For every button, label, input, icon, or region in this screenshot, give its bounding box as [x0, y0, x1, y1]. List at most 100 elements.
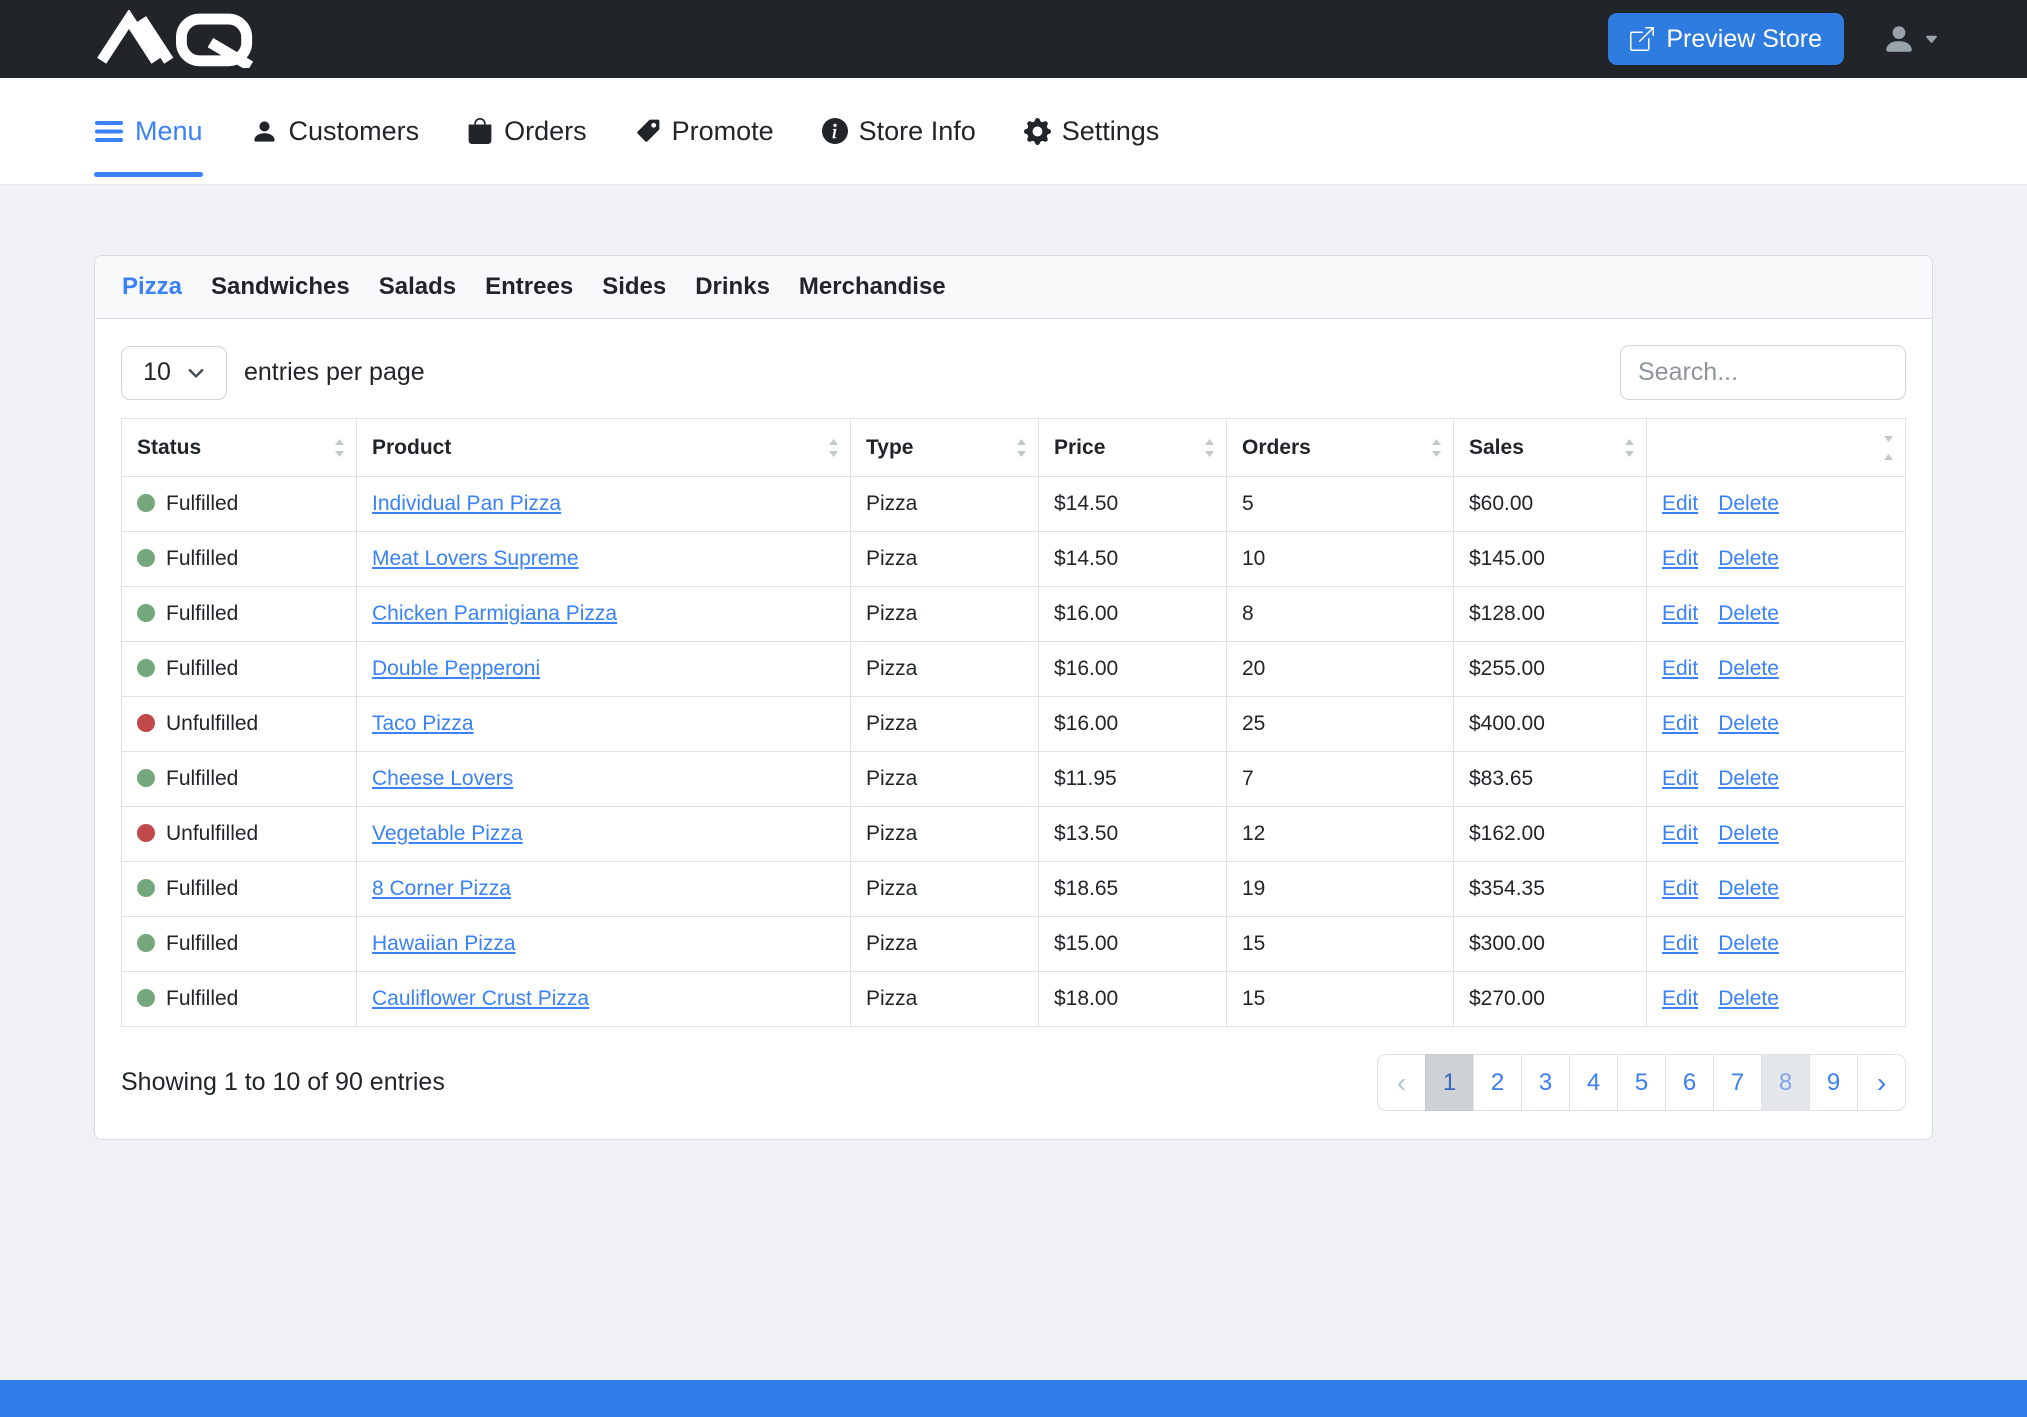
- edit-link[interactable]: Edit: [1662, 822, 1698, 845]
- product-link[interactable]: Individual Pan Pizza: [372, 492, 561, 515]
- delete-link[interactable]: Delete: [1718, 602, 1779, 625]
- tab-drinks[interactable]: Drinks: [695, 273, 770, 301]
- delete-link[interactable]: Delete: [1718, 987, 1779, 1010]
- edit-link[interactable]: Edit: [1662, 712, 1698, 735]
- price-cell: $16.00: [1039, 642, 1227, 697]
- product-link[interactable]: Vegetable Pizza: [372, 822, 523, 845]
- product-link[interactable]: Taco Pizza: [372, 712, 474, 735]
- nav-item-store-info[interactable]: Store Info: [822, 78, 976, 184]
- tab-sides[interactable]: Sides: [602, 273, 666, 301]
- edit-link[interactable]: Edit: [1662, 767, 1698, 790]
- type-cell: Pizza: [851, 697, 1039, 752]
- user-menu[interactable]: [1882, 22, 1939, 56]
- page-button-8[interactable]: 8: [1761, 1054, 1810, 1111]
- status-dot: [137, 714, 155, 732]
- price-cell: $14.50: [1039, 532, 1227, 587]
- nav-item-settings[interactable]: Settings: [1024, 78, 1160, 184]
- edit-link[interactable]: Edit: [1662, 547, 1698, 570]
- nav-item-orders[interactable]: Orders: [467, 78, 587, 184]
- sort-icon[interactable]: [1430, 437, 1443, 459]
- entries-select[interactable]: 10: [121, 346, 227, 400]
- delete-link[interactable]: Delete: [1718, 932, 1779, 955]
- search-input[interactable]: [1620, 345, 1906, 400]
- delete-link[interactable]: Delete: [1718, 877, 1779, 900]
- app-logo[interactable]: [88, 10, 264, 68]
- sort-icon[interactable]: [1203, 437, 1216, 459]
- page-button-1[interactable]: 1: [1425, 1054, 1474, 1111]
- orders-cell: 19: [1227, 862, 1454, 917]
- person-icon: [1882, 22, 1916, 56]
- product-link[interactable]: Meat Lovers Supreme: [372, 547, 579, 570]
- info-icon: [822, 118, 848, 144]
- tab-entrees[interactable]: Entrees: [485, 273, 573, 301]
- status-label: Fulfilled: [166, 987, 238, 1010]
- column-header-product[interactable]: Product: [357, 419, 851, 477]
- edit-link[interactable]: Edit: [1662, 492, 1698, 515]
- column-header-label: Orders: [1242, 436, 1311, 459]
- sort-icon[interactable]: [827, 437, 840, 459]
- page-button-9[interactable]: 9: [1809, 1054, 1858, 1111]
- product-cell: Meat Lovers Supreme: [357, 532, 851, 587]
- edit-link[interactable]: Edit: [1662, 877, 1698, 900]
- tab-merchandise[interactable]: Merchandise: [799, 273, 946, 301]
- page-button-4[interactable]: 4: [1569, 1054, 1618, 1111]
- showing-entries-label: Showing 1 to 10 of 90 entries: [121, 1068, 445, 1097]
- tab-salads[interactable]: Salads: [379, 273, 456, 301]
- nav-item-promote[interactable]: Promote: [635, 78, 774, 184]
- page-button-3[interactable]: 3: [1521, 1054, 1570, 1111]
- column-header-type[interactable]: Type: [851, 419, 1039, 477]
- page-button-next[interactable]: ›: [1857, 1054, 1906, 1111]
- column-header-label: Status: [137, 436, 201, 459]
- sales-cell: $300.00: [1454, 917, 1647, 972]
- product-link[interactable]: 8 Corner Pizza: [372, 877, 511, 900]
- entries-select-value: 10: [143, 358, 171, 387]
- page-button-2[interactable]: 2: [1473, 1054, 1522, 1111]
- delete-link[interactable]: Delete: [1718, 547, 1779, 570]
- delete-link[interactable]: Delete: [1718, 767, 1779, 790]
- column-header-actions[interactable]: [1647, 419, 1906, 477]
- nav-item-label: Promote: [672, 116, 774, 147]
- sort-icon[interactable]: [1623, 437, 1636, 459]
- price-cell: $13.50: [1039, 807, 1227, 862]
- pagination: ‹123456789›: [1377, 1054, 1906, 1111]
- page-button-6[interactable]: 6: [1665, 1054, 1714, 1111]
- nav-item-customers[interactable]: Customers: [251, 78, 420, 184]
- sort-icon[interactable]: [1015, 437, 1028, 459]
- tab-pizza[interactable]: Pizza: [122, 273, 182, 301]
- delete-link[interactable]: Delete: [1718, 657, 1779, 680]
- actions-cell: Edit Delete: [1647, 697, 1906, 752]
- page-content: Pizza Sandwiches Salads Entrees Sides Drinks M…: [0, 185, 2027, 1140]
- person-icon: [251, 118, 278, 145]
- product-link[interactable]: Chicken Parmigiana Pizza: [372, 602, 617, 625]
- sales-cell: $60.00: [1454, 477, 1647, 532]
- edit-link[interactable]: Edit: [1662, 932, 1698, 955]
- page-button-prev[interactable]: ‹: [1377, 1054, 1426, 1111]
- sales-cell: $354.35: [1454, 862, 1647, 917]
- nav-item-label: Orders: [504, 116, 587, 147]
- delete-link[interactable]: Delete: [1718, 712, 1779, 735]
- column-header-status[interactable]: Status: [122, 419, 357, 477]
- edit-link[interactable]: Edit: [1662, 602, 1698, 625]
- delete-link[interactable]: Delete: [1718, 492, 1779, 515]
- delete-link[interactable]: Delete: [1718, 822, 1779, 845]
- edit-link[interactable]: Edit: [1662, 657, 1698, 680]
- product-link[interactable]: Hawaiian Pizza: [372, 932, 516, 955]
- nav-item-menu[interactable]: Menu: [94, 78, 203, 184]
- page-button-5[interactable]: 5: [1617, 1054, 1666, 1111]
- price-cell: $16.00: [1039, 697, 1227, 752]
- tab-sandwiches[interactable]: Sandwiches: [211, 273, 350, 301]
- sort-icon[interactable]: [333, 437, 346, 459]
- product-link[interactable]: Cheese Lovers: [372, 767, 513, 790]
- column-header-price[interactable]: Price: [1039, 419, 1227, 477]
- gear-icon: [1024, 118, 1051, 145]
- price-cell: $18.65: [1039, 862, 1227, 917]
- column-header-orders[interactable]: Orders: [1227, 419, 1454, 477]
- page-button-7[interactable]: 7: [1713, 1054, 1762, 1111]
- column-header-sales[interactable]: Sales: [1454, 419, 1647, 477]
- preview-store-button[interactable]: Preview Store: [1608, 13, 1844, 65]
- product-link[interactable]: Double Pepperoni: [372, 657, 540, 680]
- edit-link[interactable]: Edit: [1662, 987, 1698, 1010]
- product-link[interactable]: Cauliflower Crust Pizza: [372, 987, 589, 1010]
- orders-cell: 15: [1227, 972, 1454, 1027]
- sort-icon[interactable]: [1882, 428, 1895, 468]
